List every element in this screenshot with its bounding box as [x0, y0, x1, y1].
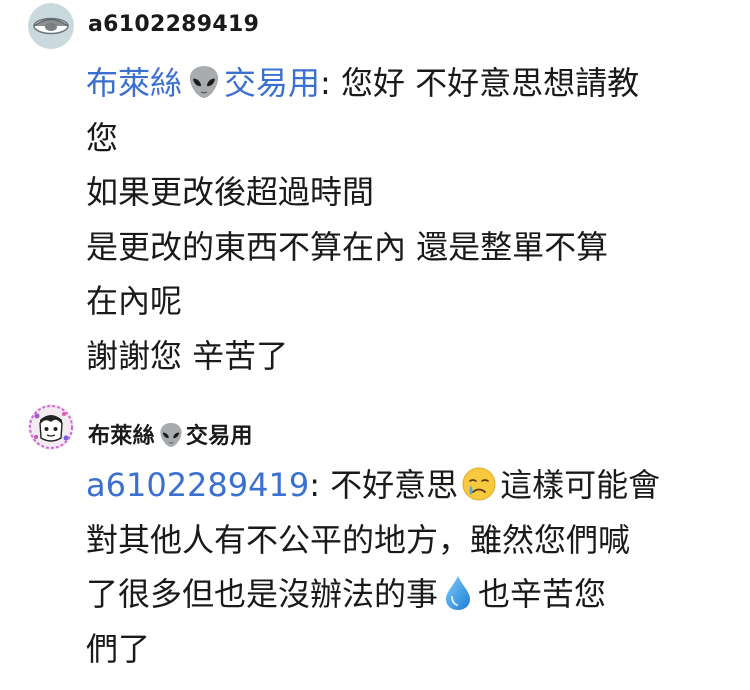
grey-eye-avatar-icon[interactable]: [28, 3, 74, 49]
comment-line: 是更改的東西不算在內 還是整單不算: [86, 227, 609, 266]
comment-text: : 不好意思: [309, 466, 459, 504]
doodle-avatar-icon[interactable]: [28, 404, 74, 450]
mention-link[interactable]: a6102289419: [86, 466, 309, 504]
comment-body: a6102289419: 不好意思 這樣可能會 對其他人有不公平的地方，雖然您們…: [86, 458, 736, 676]
comment-line: 了很多但也是沒辦法的事 也辛苦您: [86, 567, 736, 622]
comment-body: 布萊絲 交易用: 您好 不好意思想請教 您 如果更改後超過時間 是更改的東西不算…: [86, 56, 736, 383]
comment-username[interactable]: 布萊絲 交易用: [88, 418, 253, 452]
comment-line: 如果更改後超過時間: [86, 173, 375, 211]
water-drop-icon: [446, 576, 471, 610]
alien-icon: [189, 66, 219, 98]
username-name: 布萊絲: [88, 424, 155, 449]
comment-line: 們了: [86, 629, 151, 668]
comment-line: 布萊絲 交易用: 您好 不好意思想請教: [86, 56, 736, 111]
comment-line: 謝謝您 辛苦了: [86, 336, 289, 375]
comment-line: a6102289419: 不好意思 這樣可能會: [86, 458, 736, 513]
username-suffix: 交易用: [185, 424, 253, 449]
comment-line: 在內呢: [86, 282, 183, 320]
comment-text: 也辛苦您: [478, 575, 607, 613]
comment-line: 對其他人有不公平的地方，雖然您們喊: [86, 520, 631, 559]
comment-username[interactable]: a6102289419: [88, 12, 259, 37]
comment-text: 了很多但也是沒辦法的事: [86, 575, 439, 613]
mention-suffix: 交易用: [224, 64, 321, 102]
comment-line: 您: [86, 118, 119, 157]
comment-text: 這樣可能會: [500, 466, 661, 504]
comment-text: : 您好 不好意思想請教: [320, 64, 640, 102]
mention-name: 布萊絲: [86, 64, 183, 102]
mention-link[interactable]: 布萊絲 交易用: [86, 64, 320, 102]
alien-icon: [160, 423, 182, 447]
crying-face-icon: [462, 467, 496, 501]
